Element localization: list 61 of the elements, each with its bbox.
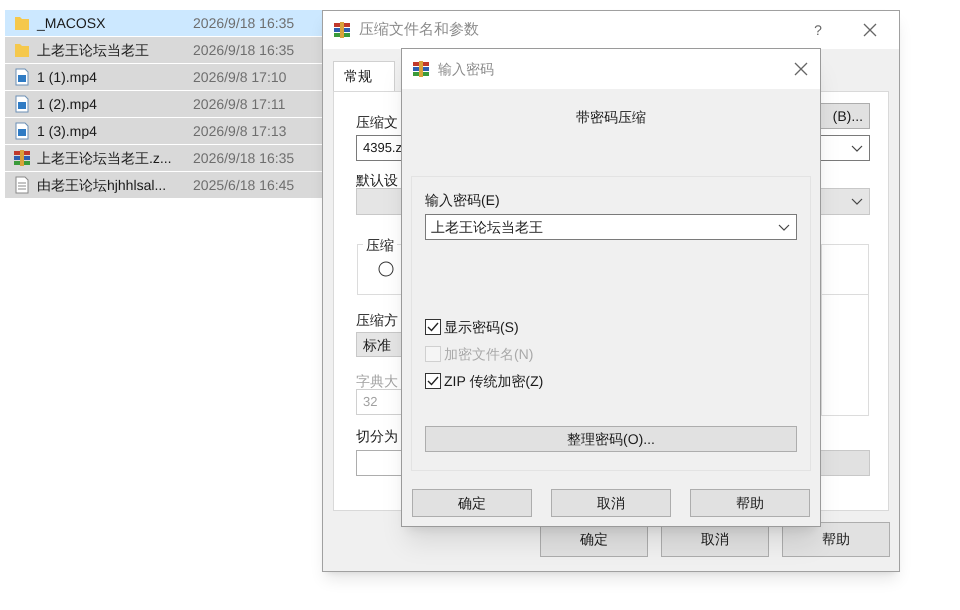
checkbox-label: 加密文件名(N) [444, 344, 534, 364]
combo-value: 4395.z [363, 140, 402, 155]
checkbox[interactable] [425, 373, 441, 389]
file-row[interactable]: 上老王论坛当老王.z... 2026/9/18 16:35 [5, 145, 322, 172]
file-row[interactable]: 1 (2).mp4 2026/9/8 17:11 [5, 91, 322, 118]
file-row[interactable]: _MACOSX 2026/9/18 16:35 [5, 10, 322, 37]
tab[interactable]: 常规 [333, 61, 395, 91]
chevron-icon [851, 198, 863, 206]
file-date: 2025/6/18 16:45 [193, 176, 294, 194]
checkbox-label: 显示密码(S) [444, 318, 519, 337]
organize-passwords-button[interactable]: 整理密码(O)... [425, 426, 797, 452]
file-name: _MACOSX [37, 14, 106, 33]
close-icon [863, 23, 877, 37]
folder-icon [13, 14, 31, 32]
combo-value: 标准 [363, 337, 391, 353]
file-name: 上老王论坛当老王.z... [37, 148, 173, 168]
file-date: 2026/9/8 17:11 [193, 94, 286, 114]
folder-icon [13, 41, 31, 59]
field-label: 压缩方 [356, 311, 398, 330]
window-title: 压缩文件名和参数 [359, 20, 480, 40]
dialog-button[interactable]: 取消 [551, 489, 671, 517]
field-label: 压缩文 [356, 113, 398, 132]
file-row[interactable]: 1 (1).mp4 2026/9/8 17:10 [5, 64, 322, 91]
field-label: 默认设 [356, 171, 398, 190]
checkbox-label: ZIP 传统加密(Z) [444, 372, 544, 391]
archive-icon [13, 149, 31, 167]
chevron-icon [851, 145, 863, 153]
file-row[interactable]: 1 (3).mp4 2026/9/8 17:13 [5, 118, 322, 145]
dialog-button[interactable]: 帮助 [690, 489, 810, 517]
text-file-icon [13, 176, 31, 194]
dialog-heading: 带密码压缩 [575, 108, 647, 127]
file-name: 1 (2).mp4 [37, 94, 98, 114]
file-name: 1 (1).mp4 [37, 68, 98, 87]
field-label: 字典大 [356, 372, 398, 391]
archive-icon [333, 21, 351, 39]
file-name: 1 (3).mp4 [37, 122, 98, 141]
file-date: 2026/9/18 16:35 [193, 148, 294, 168]
window-title: 输入密码 [438, 60, 495, 78]
archive-icon [412, 60, 430, 78]
file-date: 2026/9/18 16:35 [193, 14, 294, 32]
close-icon [794, 62, 808, 76]
chevron-icon [778, 224, 790, 232]
help-button[interactable]: ? [803, 20, 833, 40]
file-date: 2026/9/18 16:35 [193, 40, 294, 60]
dialog-button[interactable]: 帮助 [782, 522, 890, 557]
video-file-icon [13, 68, 31, 86]
dialog-button[interactable]: 确定 [412, 489, 532, 517]
video-file-icon [13, 122, 31, 140]
file-name: 上老王论坛当老王 [37, 40, 150, 60]
file-row[interactable]: 上老王论坛当老王 2026/9/18 16:35 [5, 37, 322, 64]
password-combo[interactable]: 上老王论坛当老王 [425, 214, 797, 240]
checkbox[interactable] [425, 319, 441, 335]
file-date: 2026/9/8 17:13 [193, 122, 286, 140]
field-label: 切分为 [356, 427, 398, 446]
combo-value: 上老王论坛当老王 [431, 219, 543, 235]
video-file-icon [13, 95, 31, 113]
radio-button[interactable] [378, 261, 394, 277]
file-name: 由老王论坛hjhhlsal... [37, 176, 168, 195]
file-row[interactable]: 由老王论坛hjhhlsal... 2025/6/18 16:45 [5, 172, 322, 199]
file-date: 2026/9/8 17:10 [193, 68, 286, 86]
field-label: 输入密码(E) [425, 191, 500, 210]
